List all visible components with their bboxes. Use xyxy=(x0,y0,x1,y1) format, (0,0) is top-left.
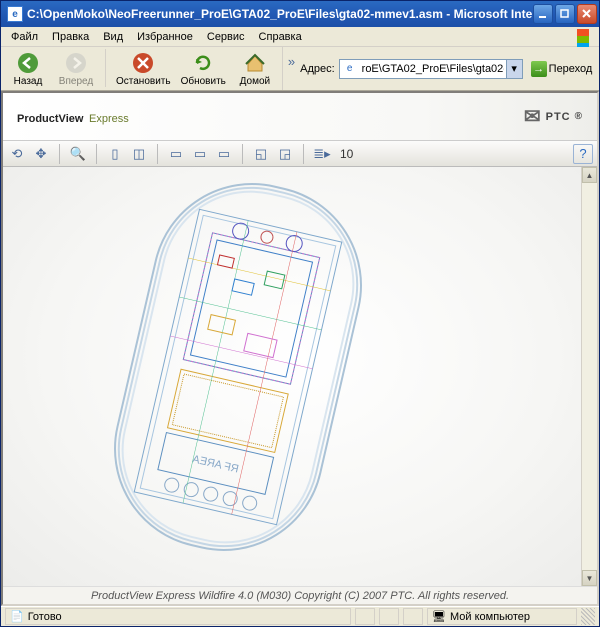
minimize-button[interactable] xyxy=(533,4,553,24)
status-empty-2 xyxy=(379,608,399,625)
copyright-text: ProductView Express Wildfire 4.0 (M030) … xyxy=(91,590,509,602)
back-label: Назад xyxy=(14,76,43,87)
menu-view[interactable]: Вид xyxy=(97,29,129,45)
nav-toolbar: Назад Вперед Остановить Обновить Домой » xyxy=(1,47,599,91)
forward-button: Вперед xyxy=(55,49,97,89)
back-button[interactable]: Назад xyxy=(7,49,49,89)
close-button[interactable] xyxy=(577,4,597,24)
zone-text: Мой компьютер xyxy=(450,611,530,623)
tool-pan-icon[interactable]: ✥ xyxy=(31,144,51,164)
menu-favorites[interactable]: Избранное xyxy=(131,29,199,45)
menu-edit[interactable]: Правка xyxy=(46,29,95,45)
ptc-knot-icon: ✉ xyxy=(524,104,542,129)
titlebar: e C:\OpenMoko\NeoFreerunner_ProE\GTA02_P… xyxy=(1,1,599,27)
home-icon xyxy=(243,51,267,75)
forward-label: Вперед xyxy=(59,76,93,87)
brand-text: ProductView xyxy=(17,113,83,125)
tool-view3-icon[interactable]: ▭ xyxy=(214,144,234,164)
menu-help[interactable]: Справка xyxy=(253,29,308,45)
tool-layers-icon[interactable]: ≣▸ xyxy=(312,144,332,164)
productview-header: ProductView Express ✉ PTC® xyxy=(3,93,597,141)
resize-grip[interactable] xyxy=(581,608,595,625)
help-button[interactable]: ? xyxy=(573,144,593,164)
tool-view4-icon[interactable]: ◱ xyxy=(251,144,271,164)
menu-tools[interactable]: Сервис xyxy=(201,29,251,45)
ie-icon: e xyxy=(7,6,23,22)
status-zone: 🖥 Мой компьютер xyxy=(427,608,577,625)
address-label: Адрес: xyxy=(300,63,335,75)
computer-icon: 🖥 xyxy=(432,610,446,623)
home-label: Домой xyxy=(240,76,270,87)
status-ready-text: Готово xyxy=(28,611,62,623)
stop-icon xyxy=(131,51,155,75)
go-button[interactable]: → Переход xyxy=(527,59,597,79)
tool-view2-icon[interactable]: ▭ xyxy=(190,144,210,164)
productview-footer: ProductView Express Wildfire 4.0 (M030) … xyxy=(3,586,597,604)
scroll-track[interactable] xyxy=(582,183,597,570)
scrollbar-vertical[interactable]: ▲ ▼ xyxy=(581,167,597,586)
browser-window: e C:\OpenMoko\NeoFreerunner_ProE\GTA02_P… xyxy=(0,0,600,627)
maximize-button[interactable] xyxy=(555,4,575,24)
tool-view1-icon[interactable]: ▭ xyxy=(166,144,186,164)
stop-button[interactable]: Остановить xyxy=(114,49,173,89)
edition-text: Express xyxy=(89,113,129,125)
scroll-up-button[interactable]: ▲ xyxy=(582,167,597,183)
cad-model: RF AREA xyxy=(94,163,382,571)
content-area: ProductView Express ✉ PTC® ⟲ ✥ 🔍 ▯ ◫ ▭ ▭… xyxy=(1,91,599,606)
home-button[interactable]: Домой xyxy=(234,49,276,89)
window-title: C:\OpenMoko\NeoFreerunner_ProE\GTA02_Pro… xyxy=(27,7,533,21)
scroll-down-button[interactable]: ▼ xyxy=(582,570,597,586)
ptc-text: PTC xyxy=(546,111,571,123)
go-arrow-icon: → xyxy=(531,61,547,77)
menu-file[interactable]: Файл xyxy=(5,29,44,45)
refresh-label: Обновить xyxy=(181,76,226,87)
tool-rotate-icon[interactable]: ⟲ xyxy=(7,144,27,164)
tool-view5-icon[interactable]: ◲ xyxy=(275,144,295,164)
tool-zoom-icon[interactable]: 🔍 xyxy=(68,144,88,164)
refresh-icon xyxy=(191,51,215,75)
toolbar-dropdown-icon[interactable]: » xyxy=(287,51,296,71)
windows-flag-icon xyxy=(577,29,595,45)
zoom-value: 10 xyxy=(336,147,357,161)
tool-fitall-icon[interactable]: ◫ xyxy=(129,144,149,164)
address-favicon: e xyxy=(342,61,358,77)
forward-arrow-icon xyxy=(64,51,88,75)
productview-title: ProductView Express xyxy=(17,105,129,128)
go-label: Переход xyxy=(549,63,593,75)
menubar: Файл Правка Вид Избранное Сервис Справка xyxy=(1,27,599,47)
back-arrow-icon xyxy=(16,51,40,75)
status-empty-1 xyxy=(355,608,375,625)
status-empty-3 xyxy=(403,608,423,625)
address-input[interactable] xyxy=(360,63,506,75)
stop-label: Остановить xyxy=(116,76,171,87)
statusbar: 📄 Готово 🖥 Мой компьютер xyxy=(1,606,599,626)
productview-toolbar: ⟲ ✥ 🔍 ▯ ◫ ▭ ▭ ▭ ◱ ◲ ≣▸ 10 ? xyxy=(3,141,597,167)
status-main: 📄 Готово xyxy=(5,608,351,625)
page-status-icon: 📄 xyxy=(10,610,24,623)
svg-text:RF AREA: RF AREA xyxy=(191,453,240,475)
address-dropdown-button[interactable]: ▾ xyxy=(506,60,522,78)
refresh-button[interactable]: Обновить xyxy=(179,49,228,89)
cad-canvas[interactable]: RF AREA xyxy=(3,167,597,586)
ptc-logo: ✉ PTC® xyxy=(524,104,583,129)
address-field-wrap: e ▾ xyxy=(339,59,523,79)
tool-fit-icon[interactable]: ▯ xyxy=(105,144,125,164)
